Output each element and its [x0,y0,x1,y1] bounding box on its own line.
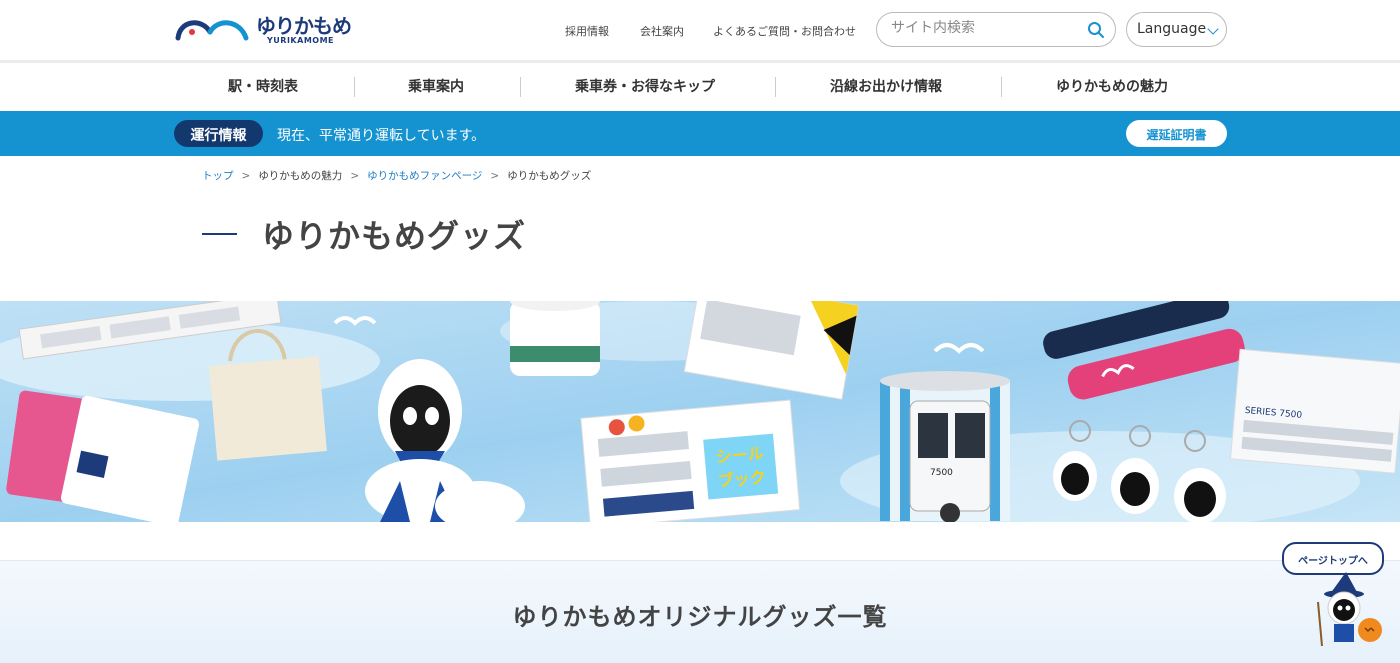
header-link-faq[interactable]: よくあるご質問・お問合わせ [713,23,856,39]
delay-certificate-button[interactable]: 遅延証明書 [1126,120,1227,147]
status-message[interactable]: 現在、平常通り運転しています。 [277,125,485,145]
breadcrumb-charm: ゆりかもめの魅力 [258,170,343,182]
breadcrumb-fanpage[interactable]: ゆりかもめファンページ [367,170,482,182]
breadcrumb-current: ゆりかもめグッズ [507,170,592,182]
nav-item-outings[interactable]: 沿線お出かけ情報 [830,76,942,96]
logo-subtitle: YURIKAMOME [267,36,335,45]
nav-item-tickets[interactable]: 乗車券・お得なキップ [575,76,715,96]
search-icon[interactable] [1087,21,1105,39]
site-header: ゆりかもめ YURIKAMOME 採用情報 会社案内 よくあるご質問・お問合わせ… [0,0,1400,60]
mug-goods [510,301,600,376]
breadcrumb-separator: > [350,170,360,182]
yurikamome-logo[interactable]: ゆりかもめ YURIKAMOME [172,10,357,50]
search-input[interactable] [891,20,1081,36]
language-label: Language [1137,21,1207,37]
breadcrumb-separator: > [490,170,500,182]
header-link-company[interactable]: 会社案内 [640,23,684,39]
section-title: ゆりかもめオリジナルグッズ一覧 [512,603,888,631]
nav-divider [1001,77,1002,97]
header-link-recruit[interactable]: 採用情報 [565,23,609,39]
breadcrumb-top[interactable]: トップ [202,170,234,182]
language-selector[interactable]: Language [1126,12,1227,47]
page-top-button[interactable]: ページトップへ [1282,542,1384,575]
series-7500-card: SERIES 7500 [1229,348,1400,474]
global-nav: 駅・時刻表 乗車案内 乗車券・お得なキップ 沿線お出かけ情報 ゆりかもめの魅力 [0,60,1400,110]
nav-divider [520,77,521,97]
goods-hero-image: シール ブック 7500 SERIES 7500 [0,301,1400,522]
chevron-down-icon [1207,23,1219,35]
hero-illustration: シール ブック 7500 SERIES 7500 [0,301,1400,522]
logo-wordmark: ゆりかもめ [256,14,352,38]
tin-can-goods: 7500 [880,371,1010,522]
status-tag: 運行情報 [174,120,263,147]
site-search[interactable] [876,12,1116,47]
nav-item-charm[interactable]: ゆりかもめの魅力 [1056,76,1168,96]
title-dash [202,233,237,235]
page-title: ゆりかもめグッズ [262,217,527,255]
mascot-wizard-icon[interactable] [1308,572,1384,650]
sticker-book-goods: シール ブック [580,399,801,522]
operation-status-bar: 運行情報 現在、平常通り運転しています。 遅延証明書 [0,111,1400,156]
nav-item-ride-guide[interactable]: 乗車案内 [408,76,464,96]
breadcrumb: トップ > ゆりかもめの魅力 > ゆりかもめファンページ > ゆりかもめグッズ [202,168,591,183]
seagull-logo-icon [175,20,249,41]
breadcrumb-separator: > [241,170,251,182]
nav-item-stations[interactable]: 駅・時刻表 [228,76,298,96]
goods-list-section: ゆりかもめオリジナルグッズ一覧 [0,560,1400,663]
tin-train-number: 7500 [930,468,953,478]
nav-divider [354,77,355,97]
nav-divider [775,77,776,97]
